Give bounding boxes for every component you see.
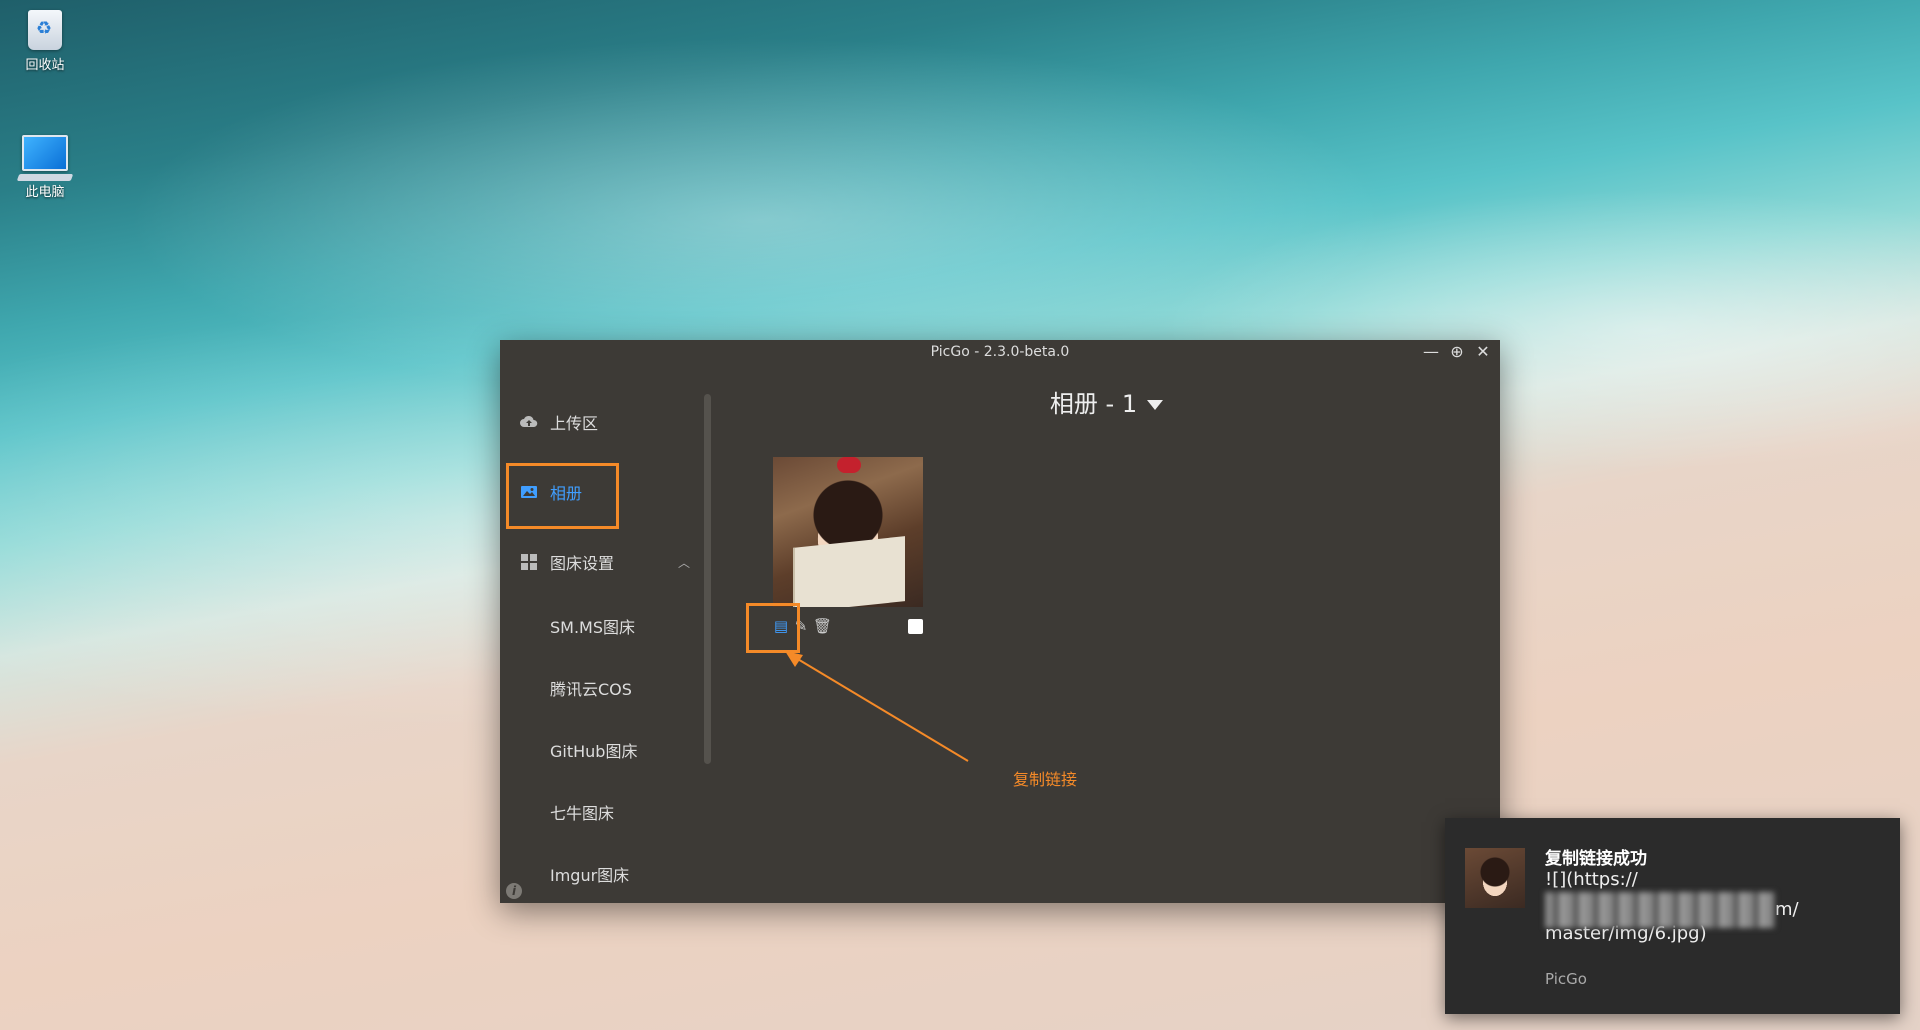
- toast-line-1: ![](https://: [1545, 869, 1638, 890]
- copy-link-annotation: 复制链接: [1013, 770, 1078, 789]
- close-button[interactable]: ✕: [1472, 342, 1494, 362]
- toast-notification[interactable]: 复制链接成功 ![](https:// m/ master/img/6.jpg)…: [1445, 818, 1900, 1014]
- cloud-upload-icon: [520, 413, 538, 431]
- info-icon[interactable]: i: [506, 883, 522, 899]
- image-thumbnail[interactable]: [773, 457, 923, 607]
- sidebar-item-label: 图床设置: [550, 554, 615, 573]
- picgo-window: PicGo - 2.3.0-beta.0 — ⊕ ✕ 上传区 相册 图床设置 ︿…: [500, 340, 1500, 903]
- caret-down-icon: [1147, 400, 1164, 410]
- desktop-icon-label: 回收站: [25, 58, 65, 73]
- maximize-button[interactable]: ⊕: [1446, 342, 1468, 362]
- computer-icon: [22, 135, 68, 171]
- toast-app-name: PicGo: [1545, 970, 1587, 988]
- sidebar-subitem-smms[interactable]: SM.MS图床: [550, 614, 635, 638]
- album-highlight-box: [506, 463, 619, 529]
- recycle-bin-icon: [28, 10, 62, 50]
- sidebar-subitem-tencent-cos[interactable]: 腾讯云COS: [550, 676, 632, 700]
- album-title-text: 相册 - 1: [1049, 390, 1138, 418]
- title-bar[interactable]: PicGo - 2.3.0-beta.0 — ⊕ ✕: [500, 340, 1500, 364]
- grid-icon: [520, 553, 538, 571]
- desktop-icon-recycle-bin[interactable]: 回收站: [10, 10, 80, 73]
- window-title: PicGo - 2.3.0-beta.0: [930, 344, 1070, 360]
- thumbnail-book: [793, 536, 905, 607]
- sidebar-item-label: 上传区: [550, 414, 599, 433]
- redacted-text: [1545, 892, 1775, 928]
- sidebar-scrollbar[interactable]: [704, 394, 711, 764]
- select-checkbox[interactable]: [908, 619, 923, 634]
- sidebar-item-pic-bed-settings[interactable]: 图床设置 ︿: [520, 542, 690, 582]
- toast-body: ![](https:// m/ master/img/6.jpg): [1545, 868, 1875, 946]
- annotation-arrow: [785, 651, 969, 762]
- chevron-up-icon: ︿: [677, 555, 690, 570]
- toast-thumbnail: [1465, 848, 1525, 908]
- sidebar-item-upload[interactable]: 上传区: [520, 402, 680, 442]
- desktop-icon-label: 此电脑: [25, 185, 65, 200]
- desktop-icon-this-pc[interactable]: 此电脑: [10, 135, 80, 200]
- album-title[interactable]: 相册 - 1: [713, 384, 1500, 419]
- sidebar-subitem-imgur[interactable]: Imgur图床: [550, 862, 629, 886]
- minimize-button[interactable]: —: [1420, 342, 1442, 362]
- sidebar-subitem-qiniu[interactable]: 七牛图床: [550, 800, 614, 824]
- sidebar: 上传区 相册 图床设置 ︿ SM.MS图床 腾讯云COS GitHub图床 七牛…: [500, 364, 711, 903]
- copy-icon-highlight-box: [746, 603, 800, 653]
- thumbnail-bow: [837, 457, 861, 473]
- album-panel: 相册 - 1 ▤ ✎ 🗑 复制链接: [713, 364, 1500, 903]
- toast-title: 复制链接成功: [1545, 849, 1647, 869]
- sidebar-subitem-github[interactable]: GitHub图床: [550, 738, 637, 762]
- delete-icon[interactable]: 🗑: [813, 617, 832, 635]
